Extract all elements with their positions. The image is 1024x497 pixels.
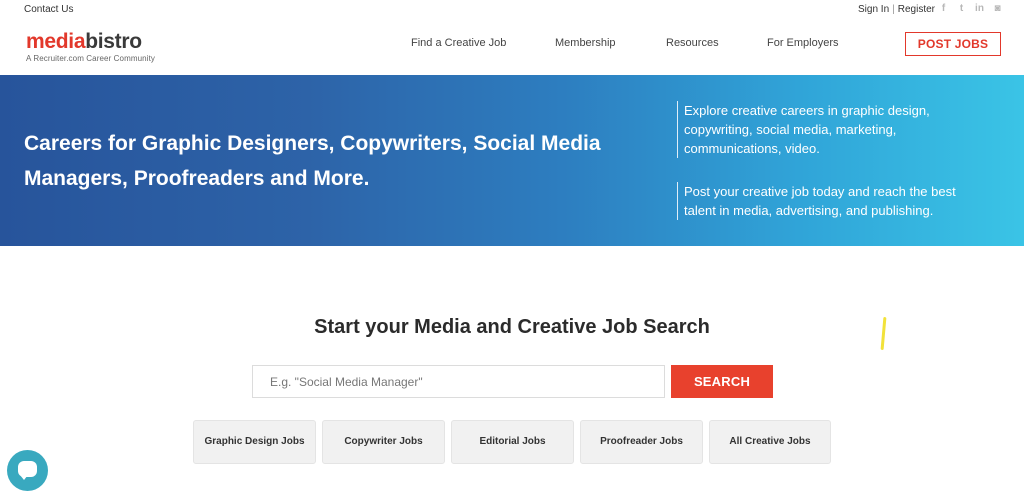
social-links: f t in ◙ [939,3,1002,14]
nav-for-employers[interactable]: For Employers [767,37,839,49]
category-graphic-design-jobs[interactable]: Graphic Design Jobs [193,420,316,464]
auth-separator: | [892,4,895,15]
category-copywriter-jobs[interactable]: Copywriter Jobs [322,420,445,464]
logo-word-bistro: bistro [85,30,142,53]
category-all-creative-jobs[interactable]: All Creative Jobs [709,420,831,464]
category-proofreader-jobs[interactable]: Proofreader Jobs [580,420,703,464]
category-editorial-jobs[interactable]: Editorial Jobs [451,420,574,464]
chat-widget-button[interactable] [7,450,48,491]
linkedin-icon[interactable]: in [975,3,984,14]
chat-icon-tail [20,475,28,480]
hero-banner: Careers for Graphic Designers, Copywrite… [0,75,1024,246]
nav-resources[interactable]: Resources [666,37,719,49]
search-button[interactable]: SEARCH [671,365,773,398]
nav-find-creative-job[interactable]: Find a Creative Job [411,37,506,49]
hero-blurb-post: Post your creative job today and reach t… [677,182,977,220]
site-header: mediabistro A Recruiter.com Career Commu… [0,20,1024,75]
contact-us-link[interactable]: Contact Us [24,4,73,15]
hero-blurb-explore: Explore creative careers in graphic desi… [677,101,977,158]
sign-in-link[interactable]: Sign In [858,4,889,15]
utility-bar: Contact Us Sign In | Register f t in ◙ [0,0,1024,20]
logo-wordmark: mediabistro [26,31,155,53]
post-jobs-button[interactable]: POST JOBS [905,32,1001,56]
instagram-icon[interactable]: ◙ [993,3,1002,14]
hero-title: Careers for Graphic Designers, Copywrite… [24,132,601,190]
logo-word-media: media [26,30,86,53]
site-logo[interactable]: mediabistro A Recruiter.com Career Commu… [26,31,156,64]
nav-membership[interactable]: Membership [555,37,616,49]
search-title: Start your Media and Creative Job Search [314,316,710,338]
auth-links: Sign In | Register [858,4,935,15]
logo-tagline: A Recruiter.com Career Community [26,54,156,63]
facebook-icon[interactable]: f [939,3,948,14]
job-search-input[interactable] [252,365,665,398]
register-link[interactable]: Register [898,4,935,15]
twitter-icon[interactable]: t [957,3,966,14]
